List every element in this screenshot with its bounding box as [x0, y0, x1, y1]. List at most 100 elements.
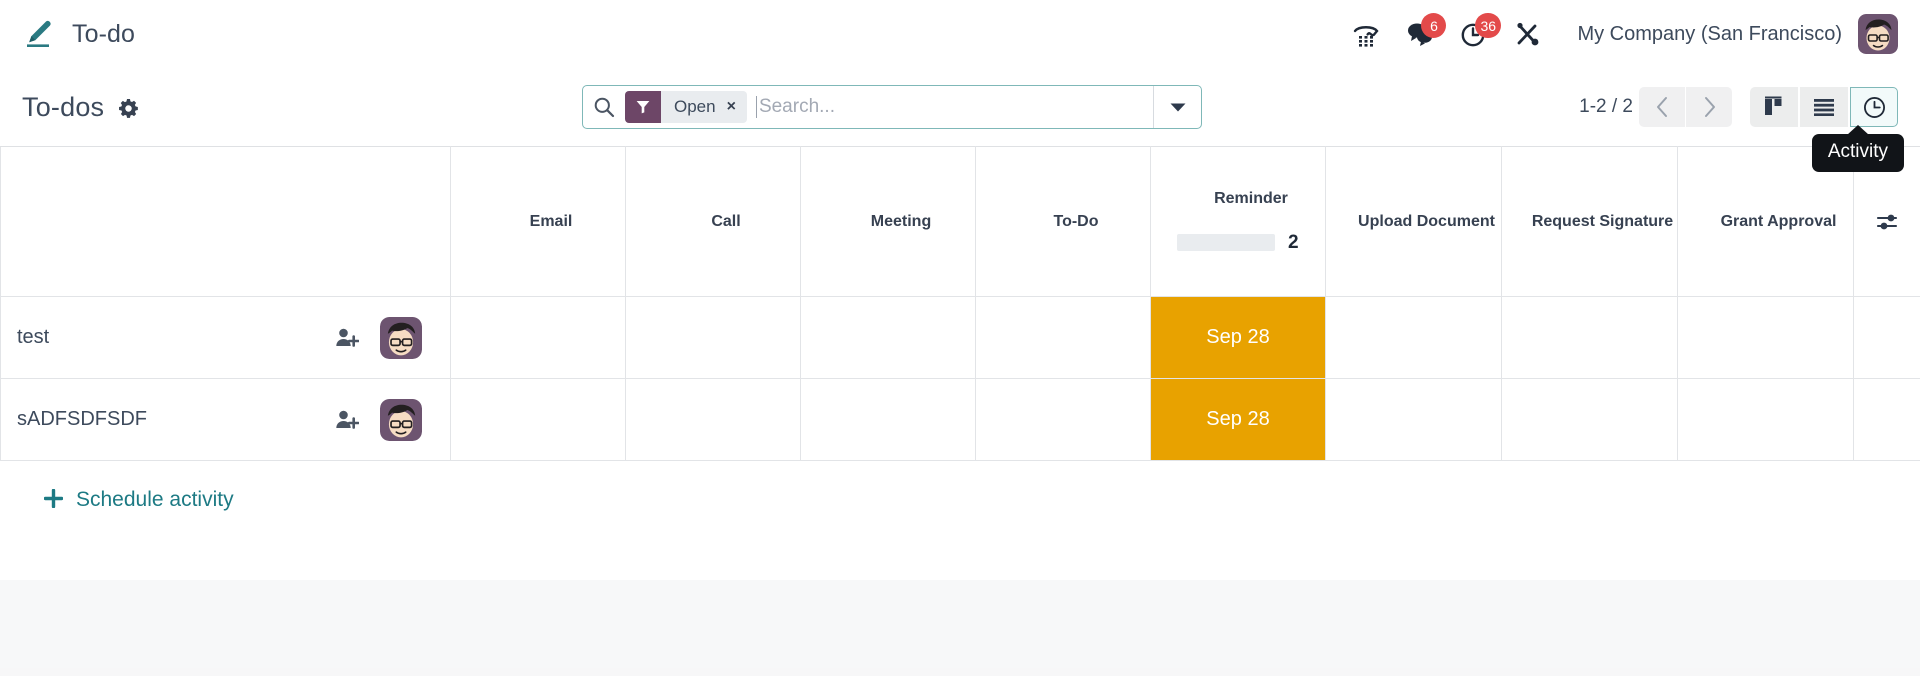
activity-table-head: Email Call Meeting To-Do Reminder 2 Uplo… [0, 146, 1920, 297]
control-panel: To-dos Open × Search... 1-2 / 2 Activity [0, 68, 1920, 172]
cell-grant-approval[interactable] [1677, 378, 1854, 461]
control-panel-right: 1-2 / 2 [1202, 87, 1898, 127]
cell-email[interactable] [450, 296, 626, 379]
cell-todo[interactable] [975, 296, 1151, 379]
cell-options [1853, 378, 1920, 461]
list-view-button[interactable] [1800, 87, 1848, 127]
search-facet-label: Open [674, 97, 716, 116]
voip-dialpad-icon[interactable] [1339, 11, 1393, 57]
activity-view-button[interactable] [1850, 87, 1898, 127]
kanban-view-button[interactable] [1750, 87, 1798, 127]
cell-reminder-date: Sep 28 [1206, 408, 1270, 430]
header-row: Email Call Meeting To-Do Reminder 2 Uplo… [0, 146, 1920, 297]
tools-icon[interactable] [1501, 11, 1555, 57]
gear-icon[interactable] [116, 97, 140, 121]
row-name-cell: sADFSDFSDF [0, 378, 451, 461]
header-label-grant-approval: Grant Approval [1720, 212, 1837, 230]
pager-next-button[interactable] [1686, 87, 1732, 127]
header-label-call: Call [711, 212, 741, 230]
messages-badge: 6 [1421, 13, 1447, 38]
search-panel: Open × [582, 85, 1202, 129]
table-row[interactable]: sADFSDFSDF Sep 28 [0, 378, 1920, 461]
row-name-cell: test [0, 296, 451, 379]
activity-table-sheet: Email Call Meeting To-Do Reminder 2 Uplo… [0, 146, 1920, 580]
cell-upload-document[interactable] [1325, 378, 1502, 461]
add-follower-icon[interactable] [332, 405, 362, 435]
activities-badge: 36 [1475, 13, 1502, 38]
page-title: To-dos [22, 91, 105, 122]
search-icon [583, 86, 625, 128]
add-follower-icon[interactable] [332, 323, 362, 353]
reminder-progress[interactable]: 2 [1177, 232, 1325, 254]
schedule-activity-button[interactable]: Schedule activity [43, 488, 234, 512]
breadcrumb: To-dos [22, 92, 582, 123]
header-cell-email[interactable]: Email [450, 146, 626, 297]
table-row[interactable]: test Sep 28 [0, 296, 1920, 379]
activities-clock-icon[interactable]: 36 [1447, 11, 1502, 57]
activity-table: Email Call Meeting To-Do Reminder 2 Uplo… [0, 146, 1920, 461]
chevron-down-icon[interactable] [1153, 86, 1201, 128]
view-switcher [1750, 87, 1898, 127]
text-caret [755, 96, 757, 118]
cell-call[interactable] [625, 296, 801, 379]
header-label-todo: To-Do [1053, 212, 1099, 230]
pencil-icon [22, 17, 56, 51]
search-facet-open[interactable]: Open × [625, 91, 747, 123]
cell-reminder-date: Sep 28 [1206, 326, 1270, 348]
activity-table-body: test Sep 28 sADFSDFSDF Sep 28 [0, 296, 1920, 461]
row-name-label[interactable]: test [17, 326, 332, 349]
header-cell-upload-document[interactable]: Upload Document [1325, 146, 1502, 297]
header-cell-reminder[interactable]: Reminder 2 [1150, 146, 1326, 297]
app-title: To-do [72, 19, 136, 48]
header-label-email: Email [529, 212, 573, 230]
company-switcher[interactable]: My Company (San Francisco) [1577, 23, 1842, 46]
page-background-fill [0, 580, 1920, 668]
pager-value[interactable]: 1-2 / 2 [1579, 96, 1633, 118]
header-label-request-signature: Request Signature [1531, 212, 1674, 230]
avatar[interactable] [1858, 14, 1898, 54]
search-input-wrap[interactable] [747, 86, 1153, 128]
cell-call[interactable] [625, 378, 801, 461]
pager-buttons [1639, 87, 1732, 127]
pager-previous-button[interactable] [1639, 87, 1685, 127]
avatar[interactable] [380, 316, 422, 359]
search-facet-label-wrap: Open × [661, 91, 747, 123]
pager: 1-2 / 2 [1579, 87, 1732, 127]
cell-request-signature[interactable] [1501, 296, 1678, 379]
header-label-meeting: Meeting [870, 212, 932, 230]
cell-email[interactable] [450, 378, 626, 461]
reminder-count: 2 [1288, 231, 1299, 253]
row-name-wrap: test [1, 297, 450, 378]
plus-icon [43, 488, 64, 512]
header-cell-request-signature[interactable]: Request Signature [1501, 146, 1678, 297]
app-brand[interactable]: To-do [22, 17, 135, 51]
cell-options [1853, 296, 1920, 379]
header-label-reminder: Reminder [1214, 189, 1288, 207]
cell-reminder[interactable]: Sep 28 [1150, 296, 1326, 379]
search-view[interactable]: Open × [582, 85, 1202, 129]
header-cell-todo[interactable]: To-Do [975, 146, 1151, 297]
cell-meeting[interactable] [800, 296, 976, 379]
tooltip-activity: Activity [1811, 134, 1904, 172]
header-cell-call[interactable]: Call [625, 146, 801, 297]
close-icon[interactable]: × [727, 99, 736, 115]
schedule-activity-bar: Schedule activity [0, 461, 1920, 539]
cell-grant-approval[interactable] [1677, 296, 1854, 379]
search-input[interactable] [758, 96, 1153, 118]
cell-reminder[interactable]: Sep 28 [1150, 378, 1326, 461]
header-cell-meeting[interactable]: Meeting [800, 146, 976, 297]
row-name-label[interactable]: sADFSDFSDF [17, 408, 332, 431]
schedule-activity-label: Schedule activity [76, 488, 234, 511]
progress-track [1177, 234, 1275, 251]
cell-meeting[interactable] [800, 378, 976, 461]
messages-icon[interactable]: 6 [1393, 11, 1447, 57]
header-cell-name [0, 146, 451, 297]
avatar[interactable] [380, 398, 422, 441]
row-name-wrap: sADFSDFSDF [1, 379, 450, 460]
cell-upload-document[interactable] [1325, 296, 1502, 379]
cell-request-signature[interactable] [1501, 378, 1678, 461]
header-label-upload-document: Upload Document [1358, 212, 1495, 230]
top-navbar: To-do 6 36 My Company (San Francisco) [0, 0, 1920, 68]
cell-todo[interactable] [975, 378, 1151, 461]
navbar-systray: 6 36 My Company (San Francisco) [1339, 11, 1898, 57]
